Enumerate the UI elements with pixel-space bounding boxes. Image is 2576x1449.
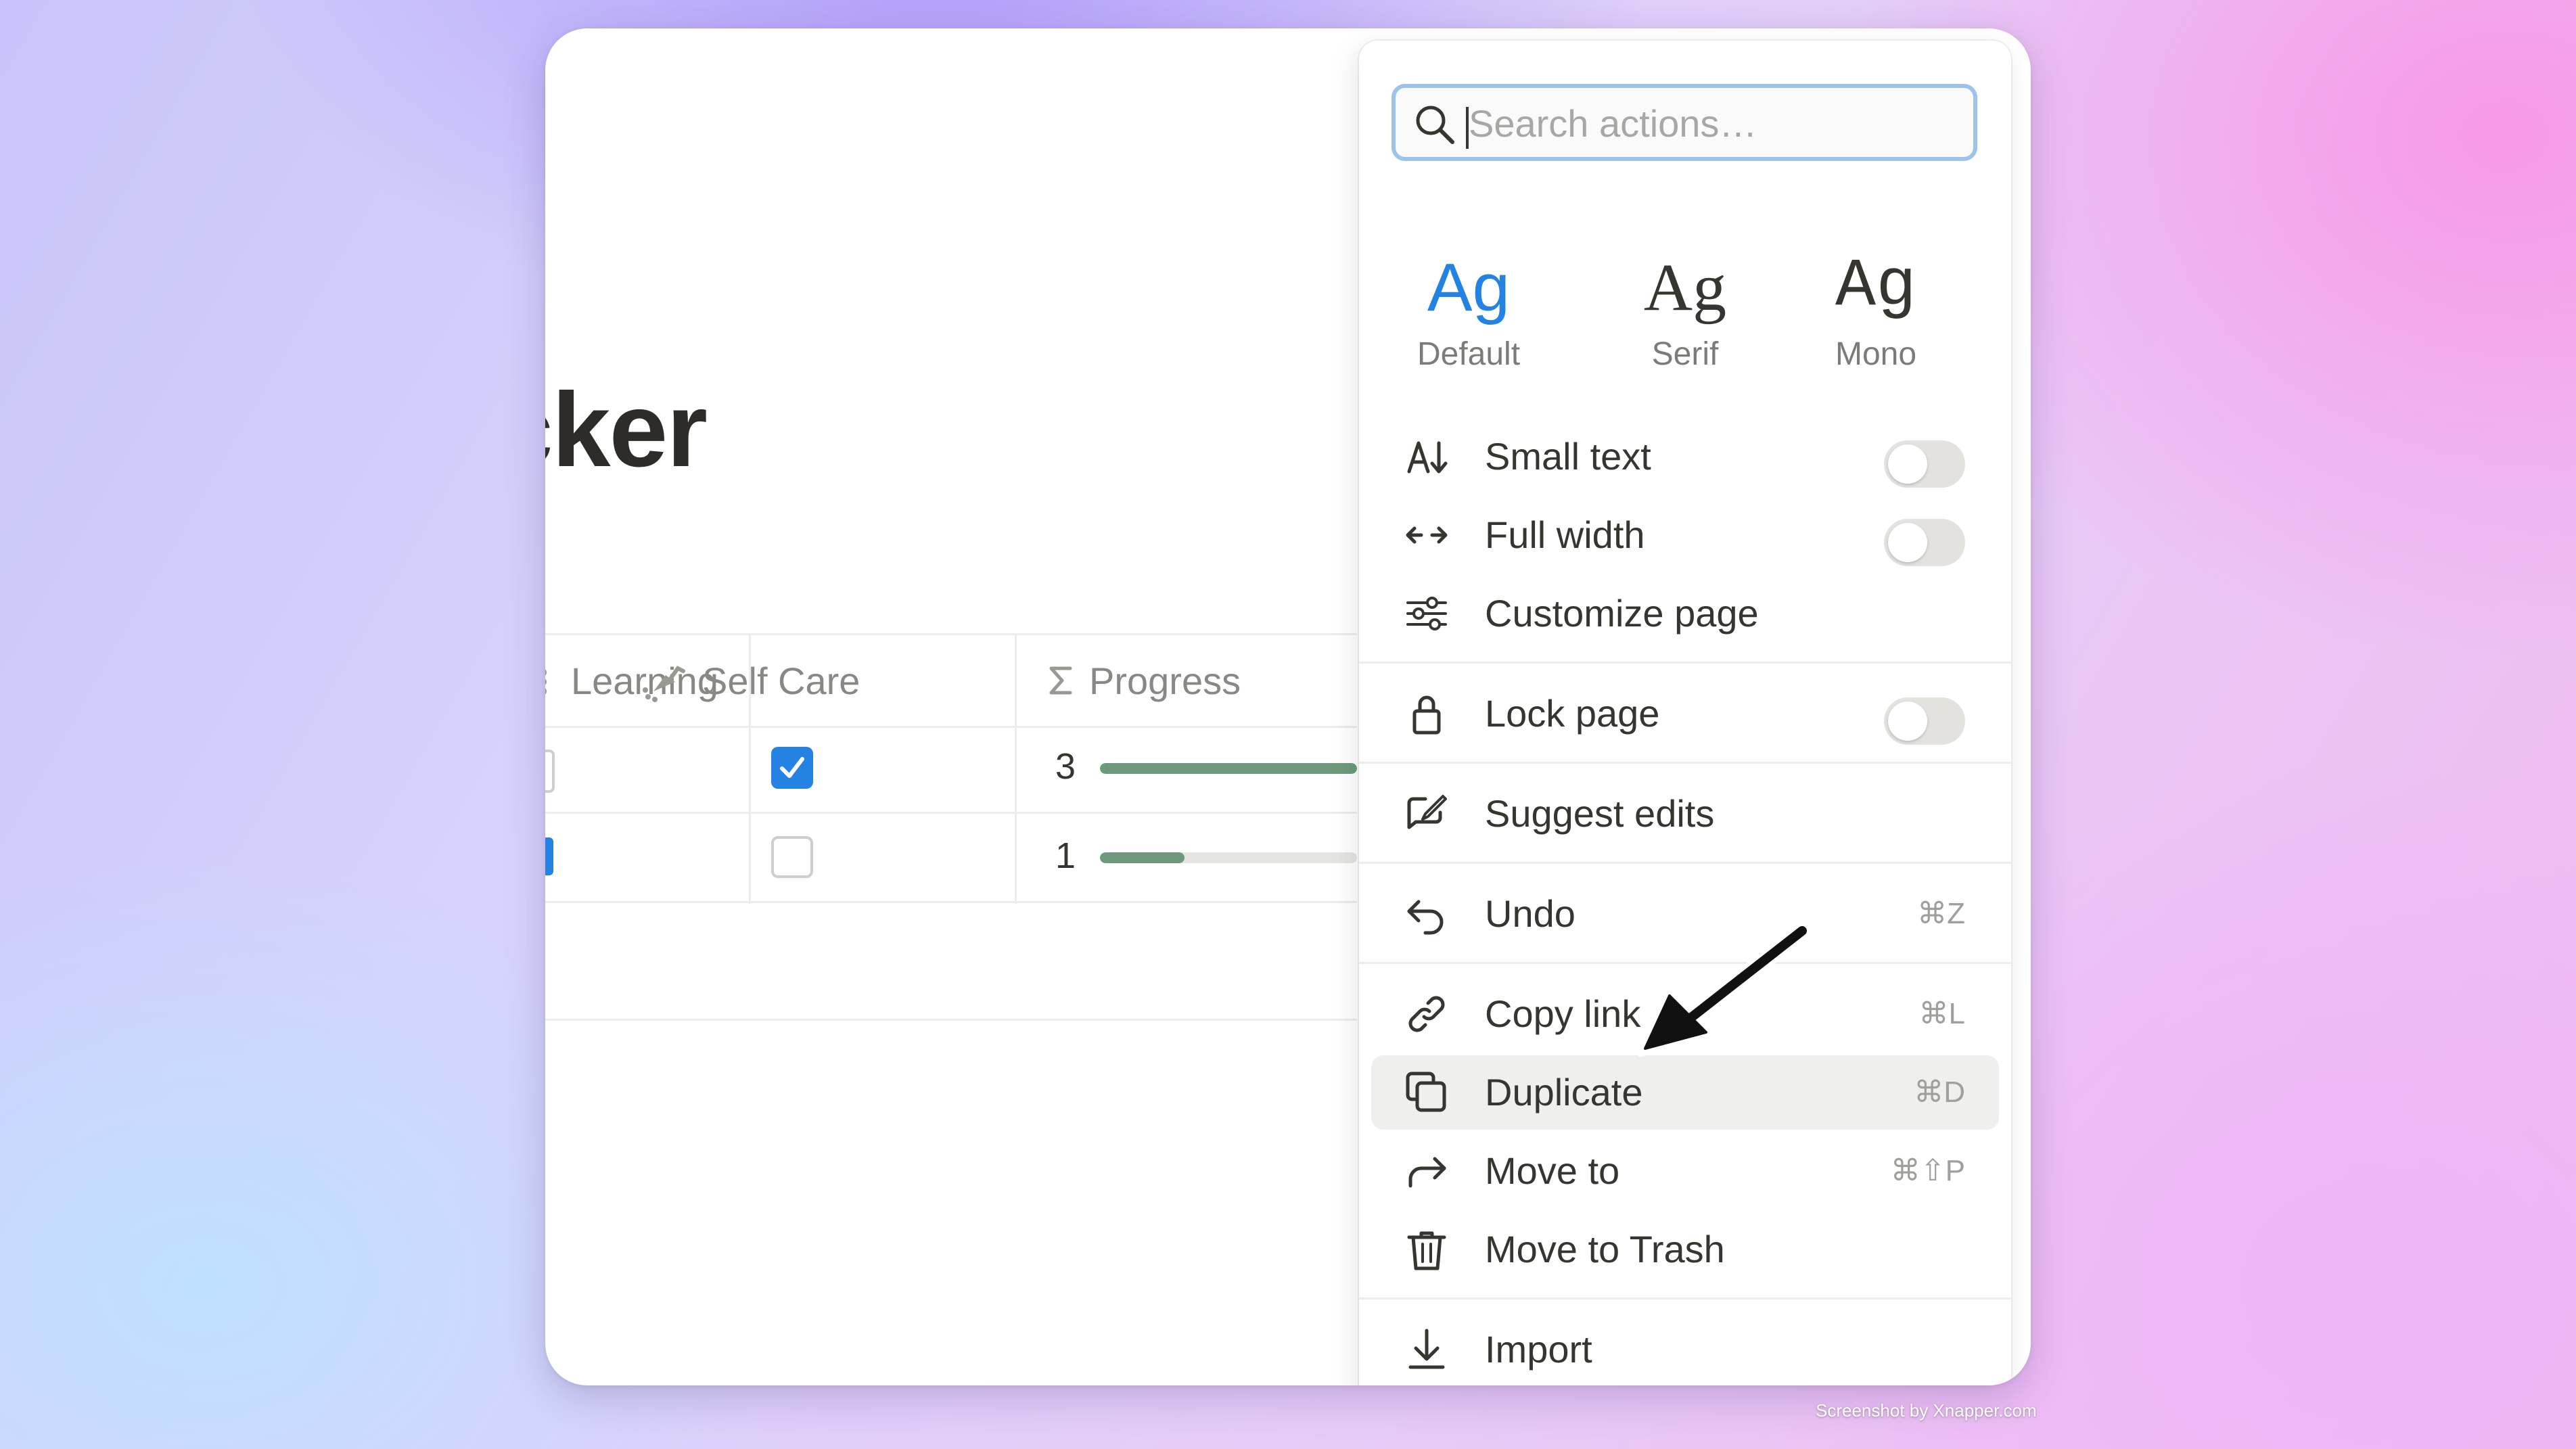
progress-bar <box>1100 852 1357 863</box>
column-header-label: Progress <box>1089 659 1241 702</box>
menu-item-label: Full width <box>1485 513 1645 556</box>
progress-bar-fill <box>1100 763 1357 774</box>
app-window: cker Learning Self C <box>545 28 2031 1385</box>
menu-divider <box>1359 662 2011 664</box>
menu-item-move-to-trash[interactable]: Move to Trash <box>1371 1212 1999 1287</box>
watermark: Screenshot by Xnapper.com <box>1816 1400 2037 1421</box>
table-bottom-divider <box>545 1019 1357 1021</box>
learning-checkbox[interactable] <box>545 837 553 875</box>
font-option-serif[interactable]: Ag Serif <box>1604 244 1766 373</box>
menu-item-label: Suggest edits <box>1485 792 1715 835</box>
menu-item-move-to[interactable]: Move to ⌘⇧P <box>1371 1134 1999 1208</box>
lock-page-toggle[interactable] <box>1884 697 1965 745</box>
menu-item-small-text[interactable]: Small text <box>1371 419 1999 494</box>
font-label: Mono <box>1835 336 1917 372</box>
shortcut-label: ⌘D <box>1914 1076 1965 1109</box>
font-option-mono[interactable]: Ag Mono <box>1795 244 1957 373</box>
page-title: cker <box>545 371 708 489</box>
list-icon <box>545 662 556 699</box>
self-care-checkbox[interactable] <box>771 836 813 878</box>
progress-bar-fill <box>1100 852 1185 863</box>
menu-item-label: Import <box>1485 1328 1592 1371</box>
menu-item-label: Lock page <box>1485 692 1660 735</box>
menu-item-label: Move to Trash <box>1485 1228 1725 1270</box>
table-row[interactable]: 1 <box>545 813 1357 903</box>
trash-icon <box>1405 1228 1448 1271</box>
progress-bar <box>1100 763 1357 774</box>
font-label: Serif <box>1651 336 1719 372</box>
toggle-knob <box>1888 523 1927 562</box>
table-header: Learning Self Care Progress <box>545 633 1357 728</box>
menu-item-label: Small text <box>1485 435 1651 478</box>
menu-item-label: Undo <box>1485 892 1576 935</box>
page-actions-menu: Ag Default Ag Serif Ag Mono Small text <box>1359 41 2011 1385</box>
menu-item-label: Copy link <box>1485 992 1641 1035</box>
pointer-arrow-icon <box>1637 922 1811 1057</box>
menu-item-duplicate[interactable]: Duplicate ⌘D <box>1371 1055 1999 1130</box>
menu-item-import[interactable]: Import <box>1371 1312 1999 1385</box>
font-sample: Ag <box>1643 250 1727 325</box>
sigma-icon <box>1047 662 1074 699</box>
sliders-icon <box>1405 592 1448 635</box>
import-icon <box>1405 1328 1448 1371</box>
suggest-edit-icon <box>1405 792 1448 835</box>
menu-divider <box>1359 762 2011 764</box>
menu-item-label: Customize page <box>1485 592 1759 635</box>
undo-icon <box>1405 892 1448 936</box>
menu-item-lock-page[interactable]: Lock page <box>1371 676 1999 751</box>
progress-value: 1 <box>1055 835 1076 876</box>
font-sample: Ag <box>1427 250 1511 325</box>
learning-checkbox[interactable] <box>545 750 555 793</box>
font-sample: Ag <box>1835 249 1917 325</box>
menu-item-label: Move to <box>1485 1149 1620 1192</box>
menu-item-full-width[interactable]: Full width <box>1371 498 1999 572</box>
shortcut-label: ⌘Z <box>1917 897 1965 930</box>
shower-icon <box>641 659 687 702</box>
duplicate-icon <box>1405 1071 1448 1114</box>
toggle-knob <box>1888 702 1927 741</box>
menu-divider <box>1359 1297 2011 1300</box>
column-header-label: Self Care <box>702 659 860 702</box>
search-icon <box>1413 103 1456 150</box>
arrows-horizontal-icon <box>1405 513 1448 557</box>
text-caret <box>1466 107 1469 149</box>
menu-divider <box>1359 862 2011 864</box>
move-arrow-icon <box>1405 1149 1448 1193</box>
self-care-checkbox[interactable] <box>771 747 813 789</box>
toggle-knob <box>1888 444 1927 484</box>
shortcut-label: ⌘⇧P <box>1890 1154 1965 1187</box>
font-option-default[interactable]: Ag Default <box>1387 244 1550 373</box>
small-text-toggle[interactable] <box>1884 440 1965 488</box>
search-box[interactable] <box>1392 84 1977 161</box>
font-picker: Ag Default Ag Serif Ag Mono <box>1359 244 2011 392</box>
link-icon <box>1405 992 1448 1036</box>
menu-item-label: Duplicate <box>1485 1071 1643 1113</box>
progress-value: 3 <box>1055 746 1076 787</box>
menu-item-customize-page[interactable]: Customize page <box>1371 576 1999 651</box>
text-size-icon <box>1405 435 1448 478</box>
shortcut-label: ⌘L <box>1918 997 1965 1030</box>
table-row[interactable]: 3 <box>545 724 1357 814</box>
menu-item-suggest-edits[interactable]: Suggest edits <box>1371 777 1999 851</box>
lock-icon <box>1405 692 1448 735</box>
font-label: Default <box>1417 336 1521 372</box>
column-header-progress[interactable]: Progress <box>1047 635 1241 726</box>
full-width-toggle[interactable] <box>1884 519 1965 566</box>
search-input[interactable] <box>1467 97 1957 149</box>
